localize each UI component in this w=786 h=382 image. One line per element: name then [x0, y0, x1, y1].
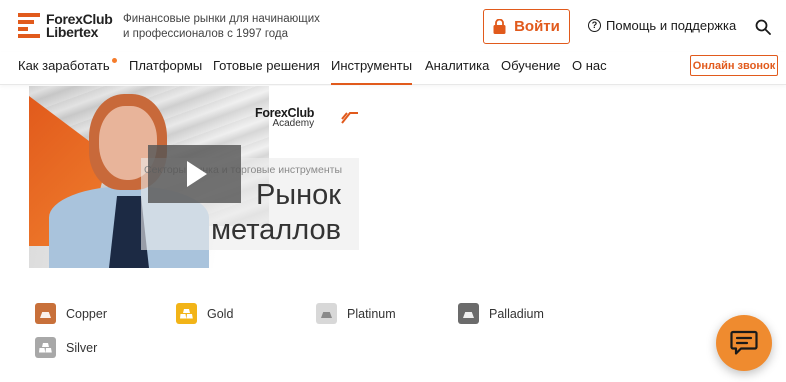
question-circle-icon: ?: [588, 19, 601, 32]
header: ForexClub Libertex Финансовые рынки для …: [0, 0, 786, 52]
forexclub-logo[interactable]: ForexClub Libertex: [18, 12, 113, 40]
nav-item-platforms[interactable]: Платформы: [129, 58, 202, 73]
nav-item-label: Как заработать: [18, 58, 110, 73]
nav-item-about[interactable]: О нас: [572, 58, 607, 73]
academy-logo: ForexClub Academy: [255, 106, 358, 129]
metal-item-gold[interactable]: Gold: [176, 303, 233, 324]
nav-item-how-to-earn[interactable]: Как заработать: [18, 58, 117, 73]
logo-mark-icon: [18, 13, 40, 38]
metal-label: Gold: [207, 306, 234, 321]
video-player[interactable]: ForexClub Academy Секторы рынка и торгов…: [29, 86, 359, 268]
metal-item-palladium[interactable]: Palladium: [458, 303, 544, 324]
nav-item-education[interactable]: Обучение: [501, 58, 560, 73]
chat-icon: [730, 330, 758, 355]
metal-item-platinum[interactable]: Platinum: [316, 303, 396, 324]
online-call-button[interactable]: Онлайн звонок: [690, 55, 778, 76]
tagline: Финансовые рынки для начинающих и профес…: [123, 13, 320, 40]
metal-label: Platinum: [347, 306, 396, 321]
caption-line-2: металлов: [211, 214, 341, 246]
play-button[interactable]: [148, 145, 241, 203]
search-icon[interactable]: [755, 19, 771, 35]
nav-item-analytics[interactable]: Аналитика: [425, 58, 489, 73]
main-nav: Как заработать Платформы Готовые решения…: [0, 52, 786, 85]
chat-button[interactable]: [716, 315, 772, 371]
login-label: Войти: [514, 18, 560, 35]
metal-item-copper[interactable]: Copper: [35, 303, 107, 324]
lock-icon: [493, 19, 506, 34]
metal-label: Copper: [66, 306, 107, 321]
play-icon: [186, 161, 207, 187]
academy-mark-icon: [341, 112, 358, 124]
platinum-ingot-icon: [316, 303, 337, 324]
login-button[interactable]: Войти: [483, 9, 570, 44]
metal-label: Silver: [66, 340, 98, 355]
nav-item-instruments[interactable]: Инструменты: [331, 58, 413, 85]
gold-ingot-icon: [176, 303, 197, 324]
palladium-ingot-icon: [458, 303, 479, 324]
nav-item-ready-solutions[interactable]: Готовые решения: [213, 58, 320, 73]
help-link[interactable]: ? Помощь и поддержка: [588, 18, 736, 33]
metal-label: Palladium: [489, 306, 544, 321]
metal-item-silver[interactable]: Silver: [35, 337, 97, 358]
copper-ingot-icon: [35, 303, 56, 324]
silver-ingot-icon: [35, 337, 56, 358]
help-label: Помощь и поддержка: [606, 18, 737, 33]
notification-dot: [111, 58, 117, 63]
logo-line2: Libertex: [46, 24, 99, 40]
